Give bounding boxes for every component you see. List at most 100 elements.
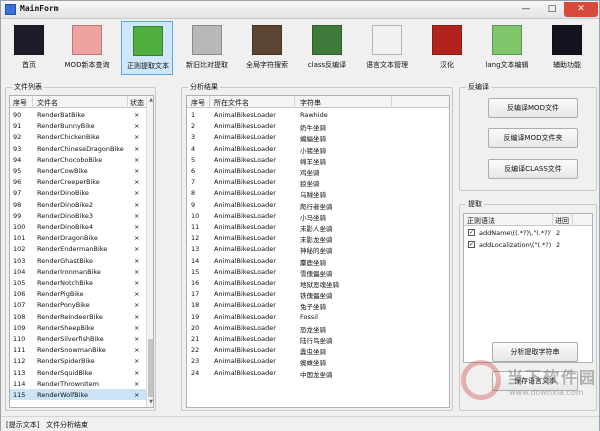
file-list-row[interactable]: 93 RenderChineseDragonBike ×	[10, 143, 147, 154]
file-status-cell: ×	[134, 391, 140, 399]
analysis-row[interactable]: 2 AnimalBikesLoader 奶牛坐骑	[187, 120, 449, 132]
analysis-row[interactable]: 5 AnimalBikesLoader 绵羊坐骑	[187, 154, 449, 166]
file-list-row[interactable]: 115 RenderWolfBike ×	[10, 389, 147, 400]
file-name-cell: RenderDinoBike	[37, 189, 89, 198]
analysis-row[interactable]: 21 AnimalBikesLoader 陆行鸟坐骑	[187, 333, 449, 345]
analysis-col-file[interactable]: 所在文件名	[214, 98, 249, 108]
toolbar-button-5[interactable]: class反编译	[301, 21, 353, 75]
regex-row-checkbox[interactable]: ✓	[468, 241, 475, 248]
analysis-row[interactable]: 13 AnimalBikesLoader 神秘的坐骑	[187, 243, 449, 255]
analysis-row[interactable]: 4 AnimalBikesLoader 小猪坐骑	[187, 143, 449, 155]
analysis-col-num[interactable]: 序号	[191, 98, 205, 108]
minimize-button[interactable]: —	[513, 2, 539, 17]
analysis-row[interactable]: 19 AnimalBikesLoader Fossil	[187, 311, 449, 322]
file-list-row[interactable]: 102 RenderEndermanBike ×	[10, 243, 147, 254]
scroll-up-arrow-icon[interactable]: ▲	[147, 96, 153, 104]
file-list-row[interactable]: 106 RenderPigBike ×	[10, 288, 147, 299]
analysis-row[interactable]: 17 AnimalBikesLoader 铁傀儡坐骑	[187, 288, 449, 300]
regex-row[interactable]: ✓ addName\((.*?)\,"(.*?)"\) 2	[464, 227, 592, 238]
regex-col-group[interactable]: 进回	[555, 216, 569, 226]
analysis-text-cell: Rawhide	[300, 111, 328, 119]
analysis-row[interactable]: 6 AnimalBikesLoader 鸡坐骑	[187, 165, 449, 177]
toolbar-button-6[interactable]: 语言文本管理	[361, 21, 413, 75]
file-col-status[interactable]: 状态	[130, 98, 144, 108]
analysis-row[interactable]: 9 AnimalBikesLoader 爬行者坐骑	[187, 199, 449, 211]
file-list-row[interactable]: 107 RenderPonyBike ×	[10, 299, 147, 310]
regex-row[interactable]: ✓ addLocalization\("(.*?)",... 2	[464, 239, 592, 250]
decompile-class-file-button[interactable]: 反编译CLASS文件	[488, 159, 578, 179]
toolbar-button-8[interactable]: lang文本编辑	[481, 21, 533, 75]
file-list-row[interactable]: 108 RenderReindeerBike ×	[10, 311, 147, 322]
file-list-row[interactable]: 90 RenderBatBike ×	[10, 109, 147, 120]
toolbar-button-4[interactable]: 全局字符搜索	[241, 21, 293, 75]
file-col-name[interactable]: 文件名	[37, 98, 58, 108]
toolbar-button-1[interactable]: MOD新本查询	[61, 21, 113, 75]
toolbar-button-9[interactable]: 辅助功能	[541, 21, 593, 75]
analysis-num-cell: 19	[191, 312, 200, 321]
analysis-col-string[interactable]: 字符串	[300, 98, 321, 108]
regex-grid[interactable]: 正则语法 进回 ✓ addName\((.*?)\,"(.*?)"\) 2 ✓ addL…	[463, 213, 593, 363]
toolbar-button-3[interactable]: 新旧比对提取	[181, 21, 233, 75]
decompile-mod-folder-button[interactable]: 反编译MOD文件夹	[488, 128, 578, 148]
file-list-row[interactable]: 94 RenderChocoboBike ×	[10, 154, 147, 165]
scroll-down-arrow-icon[interactable]: ▼	[147, 398, 153, 406]
analysis-row[interactable]: 20 AnimalBikesLoader 恐龙坐骑	[187, 322, 449, 334]
file-col-num[interactable]: 序号	[13, 98, 27, 108]
file-list-row[interactable]: 103 RenderGhastBike ×	[10, 255, 147, 266]
file-list-row[interactable]: 104 RenderIronmanBike ×	[10, 266, 147, 277]
file-list-row[interactable]: 100 RenderDinoBike4 ×	[10, 221, 147, 232]
analysis-row[interactable]: 7 AnimalBikesLoader 狼坐骑	[187, 176, 449, 188]
file-name-cell: RenderDragonBike	[37, 234, 98, 243]
file-list-row[interactable]: 92 RenderChickenBike ×	[10, 131, 147, 142]
file-name-cell: RenderEndermanBike	[37, 245, 108, 254]
maximize-button[interactable]: □	[539, 2, 565, 17]
analysis-row[interactable]: 10 AnimalBikesLoader 小马坐骑	[187, 210, 449, 222]
title-bar: MainForm — □ ✕	[1, 1, 599, 19]
analysis-row[interactable]: 23 AnimalBikesLoader 蜘蛛坐骑	[187, 355, 449, 367]
file-list-row[interactable]: 101 RenderDragonBike ×	[10, 232, 147, 243]
analysis-row[interactable]: 15 AnimalBikesLoader 雪傀儡坐骑	[187, 266, 449, 278]
analysis-row[interactable]: 1 AnimalBikesLoader Rawhide	[187, 109, 449, 120]
file-list-row[interactable]: 96 RenderCreeperBike ×	[10, 176, 147, 187]
toolbar-button-2[interactable]: 正则提取文本	[121, 21, 173, 75]
file-num-cell: 109	[13, 323, 26, 332]
file-list-grid[interactable]: 序号 文件名 状态 90 RenderBatBike × 91 RenderBunnyB…	[9, 95, 154, 408]
analysis-row[interactable]: 11 AnimalBikesLoader 末影人坐骑	[187, 221, 449, 233]
file-list-row[interactable]: 111 RenderSnowmanBike ×	[10, 344, 147, 355]
file-list-row[interactable]: 97 RenderDinoBike ×	[10, 187, 147, 198]
analysis-num-cell: 11	[191, 223, 200, 231]
file-list-row[interactable]: 114 RenderThrownItem ×	[10, 378, 147, 389]
file-num-cell: 108	[13, 312, 26, 321]
file-list-row[interactable]: 110 RenderSilverfishBike ×	[10, 333, 147, 344]
analysis-row[interactable]: 12 AnimalBikesLoader 末影龙坐骑	[187, 232, 449, 244]
file-list-row[interactable]: 95 RenderCowBike ×	[10, 165, 147, 176]
analysis-row[interactable]: 24 AnimalBikesLoader 中国龙坐骑	[187, 367, 449, 379]
file-list-row[interactable]: 109 RenderSheepBike ×	[10, 322, 147, 333]
file-list-row[interactable]: 91 RenderBunnyBike ×	[10, 120, 147, 131]
analysis-row[interactable]: 3 AnimalBikesLoader 蝙蝠坐骑	[187, 131, 449, 143]
file-list-scroll-thumb[interactable]	[148, 339, 153, 397]
file-status-cell: ×	[134, 111, 140, 119]
analysis-grid[interactable]: 序号 所在文件名 字符串 1 AnimalBikesLoader Rawhide 2 A…	[186, 95, 450, 408]
analysis-row[interactable]: 22 AnimalBikesLoader 蠹虫坐骑	[187, 344, 449, 356]
file-list-row[interactable]: 99 RenderDinoBike3 ×	[10, 210, 147, 221]
file-list-row[interactable]: 113 RenderSquidBike ×	[10, 367, 147, 378]
analysis-row[interactable]: 18 AnimalBikesLoader 兔子坐骑	[187, 299, 449, 311]
regex-row-checkbox[interactable]: ✓	[468, 229, 475, 236]
file-list-row[interactable]: 105 RenderNotchBike ×	[10, 277, 147, 288]
file-list-scrollbar[interactable]: ▲ ▼	[146, 96, 153, 407]
file-list-row[interactable]: 98 RenderDinoBike2 ×	[10, 199, 147, 210]
analysis-row[interactable]: 14 AnimalBikesLoader 麋鹿坐骑	[187, 255, 449, 267]
extract-title: 提取	[466, 199, 484, 209]
watermark: 当下软件园 www.downxia.com	[461, 356, 597, 412]
toolbar-button-7[interactable]: 汉化	[421, 21, 473, 75]
file-name-cell: RenderDinoBike3	[37, 211, 93, 220]
analysis-row[interactable]: 16 AnimalBikesLoader 地狱恶魂坐骑	[187, 277, 449, 289]
close-button[interactable]: ✕	[564, 2, 598, 17]
analysis-row[interactable]: 8 AnimalBikesLoader 乌贼坐骑	[187, 187, 449, 199]
decompile-mod-file-button[interactable]: 反编译MOD文件	[488, 98, 578, 118]
regex-col-pattern[interactable]: 正则语法	[467, 216, 495, 226]
toolbar-button-0[interactable]: 首页	[3, 21, 55, 75]
file-name-cell: RenderWolfBike	[37, 391, 89, 399]
file-list-row[interactable]: 112 RenderSpiderBike ×	[10, 355, 147, 366]
